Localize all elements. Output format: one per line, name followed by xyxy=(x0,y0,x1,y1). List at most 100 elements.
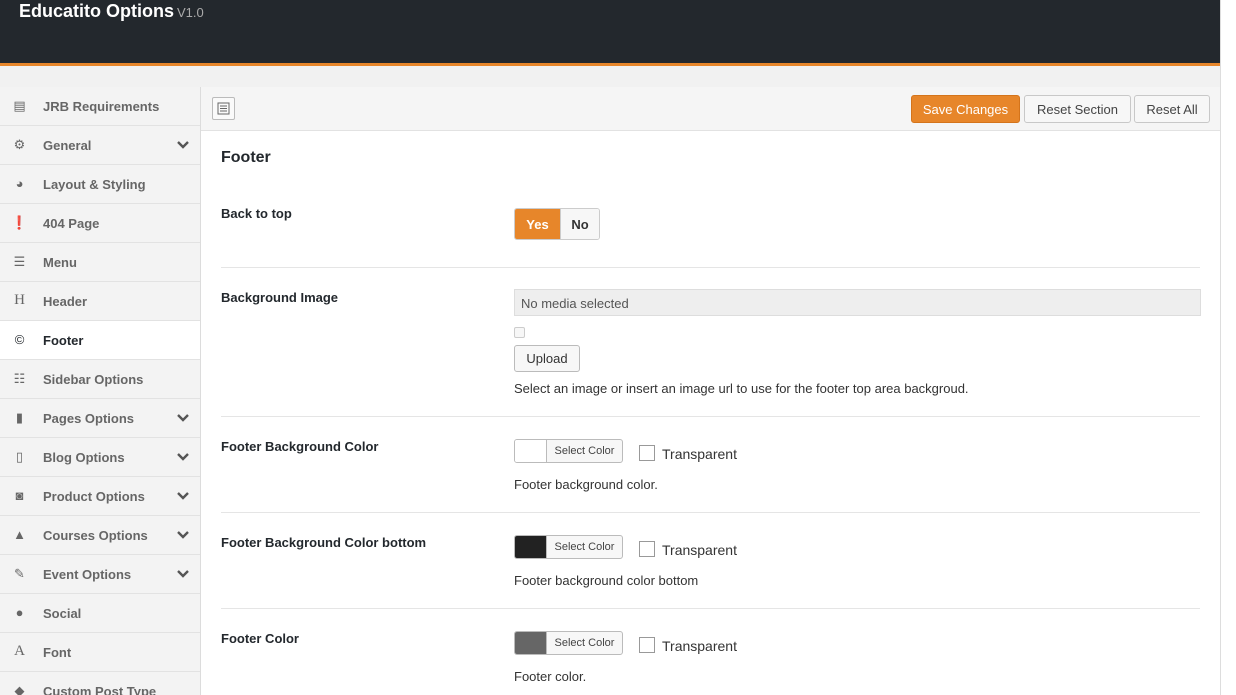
sidebar-item-404-page[interactable]: ❗ 404 Page xyxy=(0,204,200,243)
header-accent-stripe xyxy=(0,63,1220,66)
select-color-label: Select Color xyxy=(554,541,615,553)
transparent-label: Transparent xyxy=(662,638,737,654)
footer-bg-color-bottom-description: Footer background color bottom xyxy=(514,573,699,588)
select-color-label: Select Color xyxy=(554,637,615,649)
sidebar-item-label: Footer xyxy=(43,333,84,348)
admin-header: Educatito Options V1.0 xyxy=(0,0,1220,63)
sidebar-item-blog-options[interactable]: ▯ Blog Options xyxy=(0,438,200,477)
field-divider xyxy=(221,416,1200,417)
back-to-top-label: Back to top xyxy=(221,206,292,221)
save-changes-button[interactable]: Save Changes xyxy=(911,95,1020,123)
shopping-bag-icon: ◙ xyxy=(15,488,24,503)
palette-icon: ◕ xyxy=(15,176,24,191)
exclamation-circle-icon: ❗ xyxy=(11,214,28,230)
footer-color-label: Footer Color xyxy=(221,631,299,646)
sidebar-item-label: Custom Post Type xyxy=(43,684,157,695)
sidebar-item-label: 404 Page xyxy=(43,216,100,231)
graduation-cap-icon: ▲ xyxy=(13,527,26,542)
transparent-label: Transparent xyxy=(662,542,737,558)
right-scroll-gutter xyxy=(1220,0,1236,695)
app-version: V1.0 xyxy=(177,5,204,20)
globe-icon: ● xyxy=(15,605,24,620)
sidebar-item-label: Blog Options xyxy=(43,450,125,465)
footer-color-transparent-checkbox[interactable] xyxy=(639,637,655,653)
chevron-down-icon[interactable] xyxy=(176,413,190,423)
upload-button[interactable]: Upload xyxy=(514,345,580,372)
sidebar-item-label: Sidebar Options xyxy=(43,372,144,387)
background-image-url-field[interactable]: No media selected xyxy=(514,289,1201,316)
sidebar-item-sidebar-options[interactable]: ☷ Sidebar Options xyxy=(0,360,200,399)
sidebar-item-label: Event Options xyxy=(43,567,132,582)
back-to-top-yes-option[interactable]: Yes xyxy=(515,209,560,239)
sidebar-item-custom-post-type[interactable]: ◆ Custom Post Type xyxy=(0,672,200,695)
chevron-down-icon[interactable] xyxy=(176,452,190,462)
footer-bg-transparent-checkbox[interactable] xyxy=(639,445,655,461)
th-list-icon: ☷ xyxy=(13,370,26,386)
options-toolbar: Save Changes Reset Section Reset All xyxy=(201,87,1220,131)
sidebar-item-social[interactable]: ● Social xyxy=(0,594,200,633)
back-to-top-no-option[interactable]: No xyxy=(560,209,599,239)
sidebar-item-font[interactable]: A Font xyxy=(0,633,200,672)
edit-icon: ✎ xyxy=(14,565,25,581)
sidebar-item-footer[interactable]: © Footer xyxy=(0,321,200,360)
sidebar-item-menu[interactable]: ☰ Menu xyxy=(0,243,200,282)
file-text-icon: ▯ xyxy=(15,448,24,464)
sidebar-item-label: JRB Requirements xyxy=(43,99,160,114)
footer-bg-color-description: Footer background color. xyxy=(514,477,658,492)
sidebar-item-jrb-requirements[interactable]: ▤ JRB Requirements xyxy=(0,87,200,126)
color-swatch xyxy=(515,536,547,558)
sidebar-item-header[interactable]: H Header xyxy=(0,282,200,321)
sidebar-item-label: Layout & Styling xyxy=(43,177,146,192)
color-swatch xyxy=(515,632,547,654)
media-checkbox[interactable] xyxy=(514,327,525,338)
sidebar-item-general[interactable]: ⚙ General xyxy=(0,126,200,165)
chevron-down-icon[interactable] xyxy=(176,491,190,501)
list-icon: ▤ xyxy=(13,97,26,113)
sidebar-item-label: General xyxy=(43,138,92,153)
reset-all-button[interactable]: Reset All xyxy=(1134,95,1210,123)
chevron-down-icon[interactable] xyxy=(176,140,190,150)
chevron-down-icon[interactable] xyxy=(176,530,190,540)
copyright-icon: © xyxy=(14,332,25,347)
font-icon: A xyxy=(14,643,25,659)
back-to-top-switch: Yes No xyxy=(514,208,600,240)
options-main-panel: Save Changes Reset Section Reset All Foo… xyxy=(201,87,1220,695)
footer-bg-color-picker[interactable]: Select Color xyxy=(514,439,623,463)
panel-icon xyxy=(217,102,230,115)
footer-bg-color-bottom-label: Footer Background Color bottom xyxy=(221,535,427,550)
footer-color-picker[interactable]: Select Color xyxy=(514,631,623,655)
background-image-label: Background Image xyxy=(221,290,339,305)
expand-toggle-button[interactable] xyxy=(212,97,235,120)
background-image-description: Select an image or insert an image url t… xyxy=(514,381,969,396)
footer-bg-color-label: Footer Background Color xyxy=(221,439,379,454)
select-color-label: Select Color xyxy=(554,445,615,457)
sidebar-item-courses-options[interactable]: ▲ Courses Options xyxy=(0,516,200,555)
options-sidebar: ▤ JRB Requirements ⚙ General ◕ Layout & Styli… xyxy=(0,87,201,695)
header-icon: H xyxy=(14,292,25,308)
sidebar-item-label: Menu xyxy=(43,255,77,270)
sidebar-item-event-options[interactable]: ✎ Event Options xyxy=(0,555,200,594)
tags-icon: ◆ xyxy=(14,682,25,695)
footer-bg-color-bottom-picker[interactable]: Select Color xyxy=(514,535,623,559)
sidebar-item-product-options[interactable]: ◙ Product Options xyxy=(0,477,200,516)
sidebar-item-label: Courses Options xyxy=(43,528,148,543)
color-swatch xyxy=(515,440,547,462)
sidebar-item-label: Pages Options xyxy=(43,411,135,426)
transparent-label: Transparent xyxy=(662,446,737,462)
file-icon: ▮ xyxy=(15,409,24,425)
sidebar-item-layout-styling[interactable]: ◕ Layout & Styling xyxy=(0,165,200,204)
cogs-icon: ⚙ xyxy=(13,136,26,152)
footer-color-description: Footer color. xyxy=(514,669,587,684)
footer-bg-bottom-transparent-checkbox[interactable] xyxy=(639,541,655,557)
field-divider xyxy=(221,512,1200,513)
chevron-down-icon[interactable] xyxy=(176,569,190,579)
sidebar-item-label: Header xyxy=(43,294,88,309)
sidebar-item-label: Font xyxy=(43,645,72,660)
menu-icon: ☰ xyxy=(13,253,26,269)
reset-section-button[interactable]: Reset Section xyxy=(1024,95,1131,123)
sidebar-item-pages-options[interactable]: ▮ Pages Options xyxy=(0,399,200,438)
section-title: Footer xyxy=(221,149,271,166)
app-title: Educatito Options xyxy=(19,1,174,21)
field-divider xyxy=(221,267,1200,268)
sidebar-item-label: Product Options xyxy=(43,489,145,504)
